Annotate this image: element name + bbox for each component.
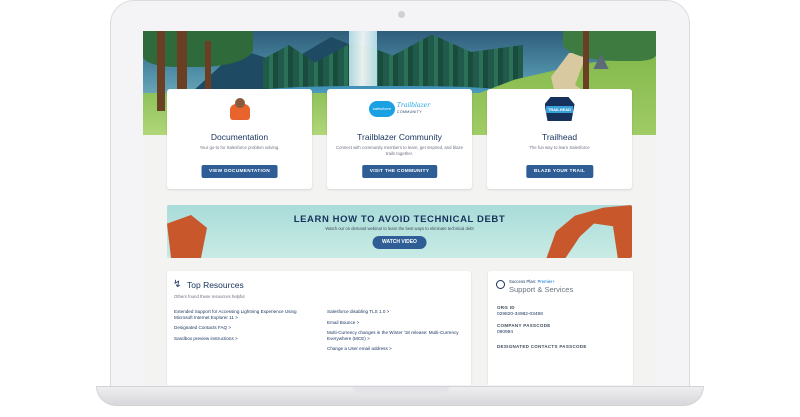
card-trailhead: TRAILHEAD Trailhead The fun way to learn… [487, 89, 632, 189]
blaze-your-trail-button[interactable]: BLAZE YOUR TRAIL [525, 165, 594, 178]
success-plan: Success Plan: Premier+ [509, 279, 555, 284]
card-documentation: Documentation Your go-to for Salesforce … [167, 89, 312, 189]
trailblazer-community-logo-icon: salesforce Trailblazer COMMUNITY [327, 97, 472, 121]
resource-link[interactable]: Salesforce disabling TLS 1.0 > [327, 309, 467, 315]
resources-right-column: Salesforce disabling TLS 1.0 > Email Bou… [327, 309, 467, 357]
panel-title: Top Resources [187, 280, 244, 290]
trailhead-logo-text: TRAILHEAD [545, 105, 574, 113]
card-description: Connect with community members to learn,… [335, 145, 464, 156]
watch-video-button[interactable]: WATCH VIDEO [372, 236, 427, 249]
org-id-value: 029820-34982-03498 [497, 312, 543, 317]
resources-icon: ↯ [173, 279, 182, 290]
banner-title: LEARN HOW TO AVOID TECHNICAL DEBT [293, 214, 506, 225]
card-trailblazer-community: salesforce Trailblazer COMMUNITY Trailbl… [327, 89, 472, 189]
resource-link[interactable]: Change a User email address > [327, 346, 467, 352]
designated-contacts-passcode-label: DESIGNATED CONTACTS PASSCODE [497, 344, 587, 349]
logo-sub-text: COMMUNITY [396, 110, 423, 114]
card-title: Trailblazer Community [357, 132, 442, 142]
tree-trunk [157, 31, 165, 111]
company-passcode-label: COMPANY PASSCODE [497, 323, 551, 328]
camera-dot [398, 11, 405, 18]
top-resources-panel: ↯ Top Resources Others found these resou… [167, 271, 471, 385]
support-icon [496, 280, 505, 289]
resource-link[interactable]: Multi-Currency changes in the Winter '18… [327, 330, 467, 341]
laptop-base [96, 386, 704, 406]
card-title: Trailhead [541, 132, 578, 142]
resource-link[interactable]: Sandbox preview instructions > [174, 336, 314, 342]
card-title: Documentation [210, 132, 269, 142]
rock-arch-right [546, 205, 632, 258]
view-documentation-button[interactable]: VIEW DOCUMENTATION [201, 165, 278, 178]
resource-link[interactable]: Extended Support for Accessing Lightning… [174, 309, 314, 320]
laptop-notch [353, 387, 449, 393]
success-plan-label: Success Plan: [509, 279, 537, 284]
resource-link[interactable]: Designated Contacts FAQ > [174, 325, 314, 331]
panel-subtitle: Others found these resources helpful [174, 294, 245, 299]
support-services-panel: Success Plan: Premier+ Support & Service… [488, 271, 633, 385]
screen: ▲ Documentation Your go-to for Salesforc… [143, 31, 656, 385]
org-id-label: ORG ID [497, 305, 515, 310]
success-plan-name[interactable]: Premier+ [537, 279, 555, 284]
company-passcode-value: 090994 [497, 330, 514, 335]
wolf-mascot-icon: ▲ [588, 45, 614, 75]
support-title: Support & Services [509, 285, 574, 294]
salesforce-cloud-icon: salesforce [368, 101, 395, 117]
webinar-banner: LEARN HOW TO AVOID TECHNICAL DEBT Watch … [167, 205, 632, 258]
resources-left-column: Extended Support for Accessing Lightning… [174, 309, 314, 346]
documentation-logo-icon [167, 97, 312, 121]
banner-description: Watch our on demand webinar to learn the… [325, 226, 474, 231]
visit-community-button[interactable]: VISIT THE COMMUNITY [361, 165, 438, 178]
card-description: Your go-to for Salesforce problem solvin… [199, 145, 280, 150]
card-description: The fun way to learn Salesforce [529, 145, 590, 150]
trailhead-logo-icon: TRAILHEAD [487, 97, 632, 121]
resource-link[interactable]: Email Bounce > [327, 320, 467, 326]
